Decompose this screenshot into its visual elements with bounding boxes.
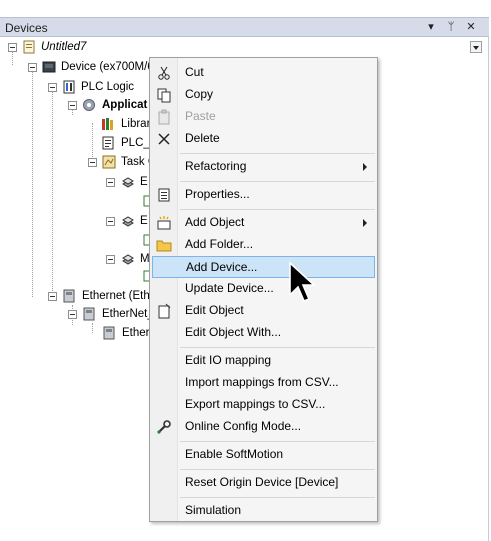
program-icon — [102, 136, 114, 150]
collapse-toggle[interactable] — [8, 43, 17, 52]
menu-item-add-folder[interactable]: Add Folder... — [152, 234, 375, 256]
tree-item-plc-prg[interactable]: PLC_F — [0, 135, 157, 151]
task-config-icon — [102, 155, 116, 169]
collapse-toggle[interactable] — [48, 83, 57, 92]
paste-icon — [158, 109, 170, 125]
tree-item-device[interactable]: Device (ex700M/6 — [0, 59, 154, 75]
project-icon — [23, 40, 35, 54]
tree-item-ethernet-ip[interactable]: EtherNet_ — [0, 306, 154, 322]
device-icon — [42, 61, 56, 73]
edit-object-icon — [158, 303, 171, 319]
collapse-toggle[interactable] — [68, 101, 77, 110]
menu-item-cut[interactable]: Cut — [152, 62, 375, 84]
tree-item-label: Librar — [121, 118, 151, 130]
menu-item-enable-softmotion[interactable]: Enable SoftMotion — [152, 444, 375, 466]
menu-item-reset-origin-device[interactable]: Reset Origin Device [Device] — [152, 472, 375, 494]
tree-item-label: EtherNet_ — [102, 308, 154, 320]
menu-item-edit-io-mapping[interactable]: Edit IO mapping — [152, 350, 375, 372]
collapse-toggle[interactable] — [48, 292, 57, 301]
menu-separator — [180, 181, 375, 182]
collapse-toggle[interactable] — [106, 255, 115, 264]
menu-item-import-mappings[interactable]: Import mappings from CSV... — [152, 372, 375, 394]
plc-logic-icon — [63, 80, 75, 94]
tree-item-plc-logic[interactable]: PLC Logic — [0, 79, 150, 95]
panel-title: Devices — [5, 21, 48, 35]
application-gear-icon — [83, 99, 95, 111]
menu-item-properties[interactable]: Properties... — [152, 184, 375, 206]
collapse-toggle[interactable] — [68, 310, 77, 319]
tree-item-label: E — [140, 176, 148, 188]
library-books-icon — [102, 118, 113, 130]
ethernet-module-icon — [63, 289, 75, 303]
menu-item-edit-object[interactable]: Edit Object — [152, 300, 375, 322]
collapse-toggle[interactable] — [88, 158, 97, 167]
scissors-icon — [158, 66, 170, 80]
menu-item-update-device[interactable]: Update Device... — [152, 278, 375, 300]
menu-item-add-object[interactable]: Add Object — [152, 212, 375, 234]
task-stack-icon — [122, 216, 134, 227]
menu-separator — [180, 347, 375, 348]
ethernet-module-icon — [103, 326, 115, 340]
task-stack-icon — [122, 177, 134, 188]
tree-item-label: Ether — [122, 327, 150, 339]
menu-separator — [180, 441, 375, 442]
menu-separator — [180, 153, 375, 154]
menu-item-refactoring[interactable]: Refactoring — [152, 156, 375, 178]
panel-menu-button[interactable]: ▾ — [424, 20, 438, 34]
collapse-toggle[interactable] — [28, 63, 37, 72]
copy-icon — [157, 88, 171, 103]
tree-item-label: PLC Logic — [81, 81, 135, 93]
context-menu: Cut Copy Paste Delete Refactoring Proper… — [149, 57, 378, 522]
tree-dropdown-button[interactable] — [470, 41, 482, 53]
delete-icon — [158, 133, 170, 145]
menu-item-simulation[interactable]: Simulation — [152, 500, 375, 522]
submenu-arrow-icon — [363, 219, 367, 227]
menu-separator — [180, 209, 375, 210]
menu-separator — [180, 469, 375, 470]
tree-item-ethernet-adapter[interactable]: Ether — [0, 325, 150, 341]
menu-item-export-mappings[interactable]: Export mappings to CSV... — [152, 394, 375, 416]
tree-item-label: Ethernet (Ethe — [82, 290, 157, 302]
mouse-pointer-icon — [289, 261, 317, 303]
submenu-arrow-icon — [363, 163, 367, 171]
menu-item-copy[interactable]: Copy — [152, 84, 375, 106]
wrench-icon — [157, 420, 171, 434]
tree-item-ethernet[interactable]: Ethernet (Ethe — [0, 288, 156, 304]
menu-item-add-device[interactable]: Add Device... — [152, 256, 375, 278]
tree-item-task[interactable]: M — [0, 251, 150, 267]
folder-icon — [156, 240, 172, 252]
tree-item-label: Device (ex700M/6 — [61, 61, 154, 73]
ethernet-module-icon — [83, 307, 95, 321]
add-object-icon — [157, 216, 171, 230]
tree-item-task[interactable]: E — [0, 213, 150, 229]
tree-item-label: E — [140, 215, 148, 227]
menu-item-edit-object-with[interactable]: Edit Object With... — [152, 322, 375, 344]
collapse-toggle[interactable] — [106, 178, 115, 187]
close-panel-button[interactable]: ✕ — [464, 20, 478, 34]
tree-item-task-configuration[interactable]: Task C — [0, 154, 156, 170]
tree-item-project[interactable]: Untitled7 — [0, 39, 140, 55]
menu-item-delete[interactable]: Delete — [152, 128, 375, 150]
tree-item-label: Untitled7 — [41, 41, 87, 53]
tree-item-label: Applicat — [102, 99, 148, 111]
task-stack-icon — [122, 254, 134, 265]
menu-separator — [180, 497, 375, 498]
menu-item-paste: Paste — [152, 106, 375, 128]
properties-icon — [158, 188, 170, 202]
menu-item-online-config-mode[interactable]: Online Config Mode... — [152, 416, 375, 438]
tree-item-task[interactable]: E — [0, 174, 150, 190]
tree-item-library[interactable]: Librar — [0, 116, 150, 132]
pin-icon[interactable]: ᛘ — [444, 20, 458, 34]
tree-item-application[interactable]: Applicat — [0, 97, 150, 113]
devices-panel-header: Devices ▾ ᛘ ✕ — [0, 17, 489, 37]
collapse-toggle[interactable] — [106, 217, 115, 226]
